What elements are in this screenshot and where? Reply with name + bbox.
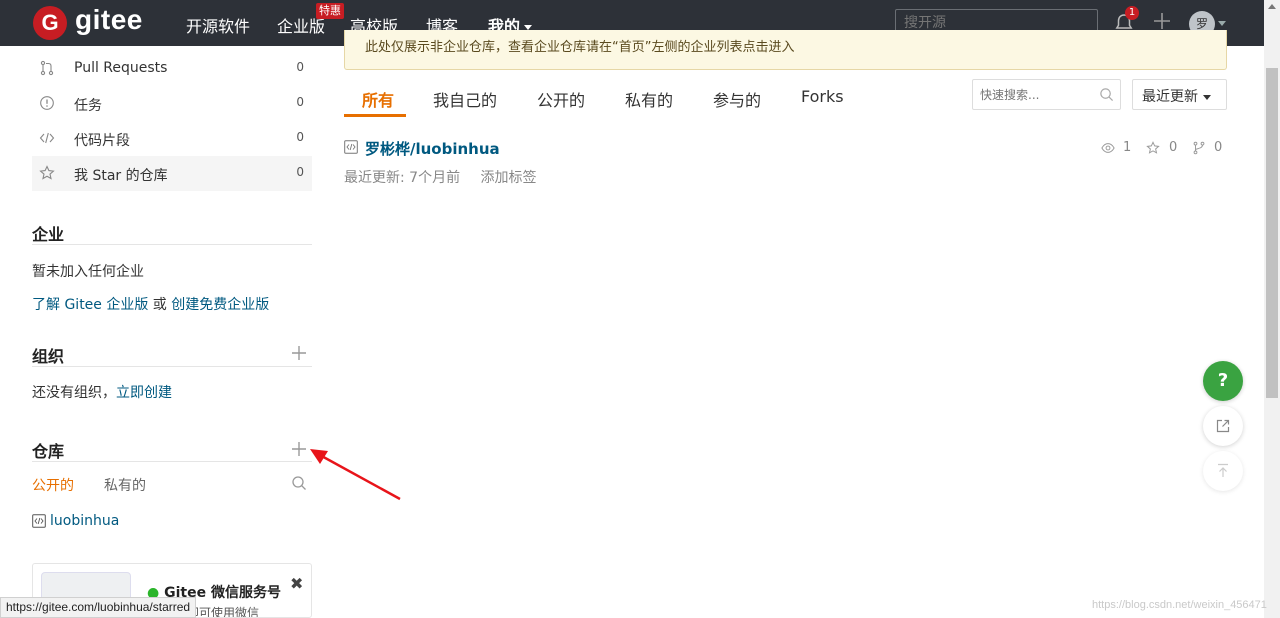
fork-count: 0 xyxy=(1214,140,1223,155)
pull-request-icon xyxy=(40,60,54,76)
enterprise-empty-text: 暂未加入任何企业 xyxy=(32,264,144,280)
active-tab-indicator xyxy=(344,114,406,117)
eye-icon[interactable] xyxy=(1101,141,1115,155)
promo-badge: 特惠 xyxy=(316,3,344,19)
org-section-title: 组织 xyxy=(32,347,65,366)
gitee-logo-icon[interactable]: G xyxy=(33,6,67,40)
repo-icon xyxy=(344,140,358,154)
create-org-link[interactable]: 立即创建 xyxy=(116,385,172,401)
help-button[interactable]: ? xyxy=(1203,361,1243,401)
repo-tab-private[interactable]: 私有的 xyxy=(104,475,146,495)
repo-name-link[interactable]: 罗彬桦/luobinhua xyxy=(365,138,500,159)
repo-meta: 最近更新: 7个月前 添加标签 xyxy=(344,167,537,187)
search-icon[interactable] xyxy=(1099,87,1114,102)
tab-all[interactable]: 所有 xyxy=(362,87,394,111)
sidebar-item-label: 我 Star 的仓库 xyxy=(74,168,168,184)
plus-icon[interactable] xyxy=(1152,11,1172,31)
tab-public[interactable]: 公开的 xyxy=(537,87,585,111)
nav-open-source[interactable]: 开源软件 xyxy=(186,13,250,37)
sidebar-item-count: 0 xyxy=(296,165,304,179)
add-tag-link[interactable]: 添加标签 xyxy=(481,170,537,186)
sidebar-item-count: 0 xyxy=(296,60,304,74)
watermark: https://blog.csdn.net/weixin_456471 xyxy=(1092,599,1267,611)
add-org-icon[interactable] xyxy=(290,344,308,362)
star-icon[interactable] xyxy=(1146,141,1160,155)
enterprise-links: 了解 Gitee 企业版 或 创建免费企业版 xyxy=(32,294,269,314)
sidebar-item-label: Pull Requests xyxy=(74,60,168,76)
sidebar-item-label: 代码片段 xyxy=(74,133,130,149)
tab-forks[interactable]: Forks xyxy=(801,87,844,106)
sidebar-item-label: 任务 xyxy=(74,98,102,114)
scroll-thumb[interactable] xyxy=(1266,68,1278,398)
tab-private[interactable]: 私有的 xyxy=(625,87,673,111)
issue-icon xyxy=(40,96,54,110)
tab-mine[interactable]: 我自己的 xyxy=(433,87,497,111)
sort-dropdown[interactable]: 最近更新 xyxy=(1132,79,1227,110)
notice-text: 此处仅展示非企业仓库，查看企业仓库请在“首页”左侧的企业列表点击进入 xyxy=(365,40,795,55)
sidebar-item-starred[interactable]: 我 Star 的仓库 0 xyxy=(32,156,312,191)
star-icon xyxy=(39,165,55,180)
divider xyxy=(32,461,312,462)
tab-participated[interactable]: 参与的 xyxy=(713,87,761,111)
sidebar-item-issues[interactable]: 任务 0 xyxy=(32,86,312,121)
or-text: 或 xyxy=(148,297,172,313)
sidebar-item-count: 0 xyxy=(296,130,304,144)
learn-enterprise-link[interactable]: 了解 Gitee 企业版 xyxy=(32,297,148,313)
code-icon xyxy=(39,132,55,144)
sidebar-item-snippets[interactable]: 代码片段 0 xyxy=(32,121,312,156)
create-enterprise-link[interactable]: 创建免费企业版 xyxy=(171,297,269,313)
divider xyxy=(32,366,312,367)
chevron-down-icon xyxy=(1203,94,1211,100)
chevron-down-icon[interactable] xyxy=(1218,21,1226,26)
scroll-up-icon[interactable] xyxy=(1268,4,1276,9)
enterprise-section-title: 企业 xyxy=(32,225,65,244)
fork-icon[interactable] xyxy=(1192,141,1206,155)
close-icon[interactable]: ✖ xyxy=(290,574,303,593)
divider xyxy=(32,244,312,245)
repo-list-item-label: luobinhua xyxy=(50,513,120,529)
sidebar-item-pull-requests[interactable]: Pull Requests 0 xyxy=(32,51,312,86)
org-empty-text: 还没有组织， xyxy=(32,385,116,401)
org-empty: 还没有组织，立即创建 xyxy=(32,382,172,402)
status-bar-url: https://gitee.com/luobinhua/starred xyxy=(0,597,197,618)
sort-label: 最近更新 xyxy=(1142,89,1198,105)
external-link-button[interactable] xyxy=(1203,406,1243,446)
sidebar-item-count: 0 xyxy=(296,95,304,109)
arrow-up-icon xyxy=(1218,463,1228,477)
watch-count: 1 xyxy=(1123,140,1132,155)
repo-icon xyxy=(32,514,46,528)
back-to-top-button[interactable] xyxy=(1203,451,1243,491)
repos-section-title: 仓库 xyxy=(32,442,65,461)
brand-name[interactable]: gitee xyxy=(75,4,143,36)
repo-updated: 最近更新: 7个月前 xyxy=(344,170,461,186)
repo-tab-public[interactable]: 公开的 xyxy=(32,475,74,495)
external-link-icon xyxy=(1216,419,1230,433)
notification-count-badge: 1 xyxy=(1125,6,1139,20)
star-count: 0 xyxy=(1169,140,1178,155)
annotation-arrow-icon xyxy=(310,449,401,501)
notice-banner: 此处仅展示非企业仓库，查看企业仓库请在“首页”左侧的企业列表点击进入 xyxy=(344,30,1227,70)
